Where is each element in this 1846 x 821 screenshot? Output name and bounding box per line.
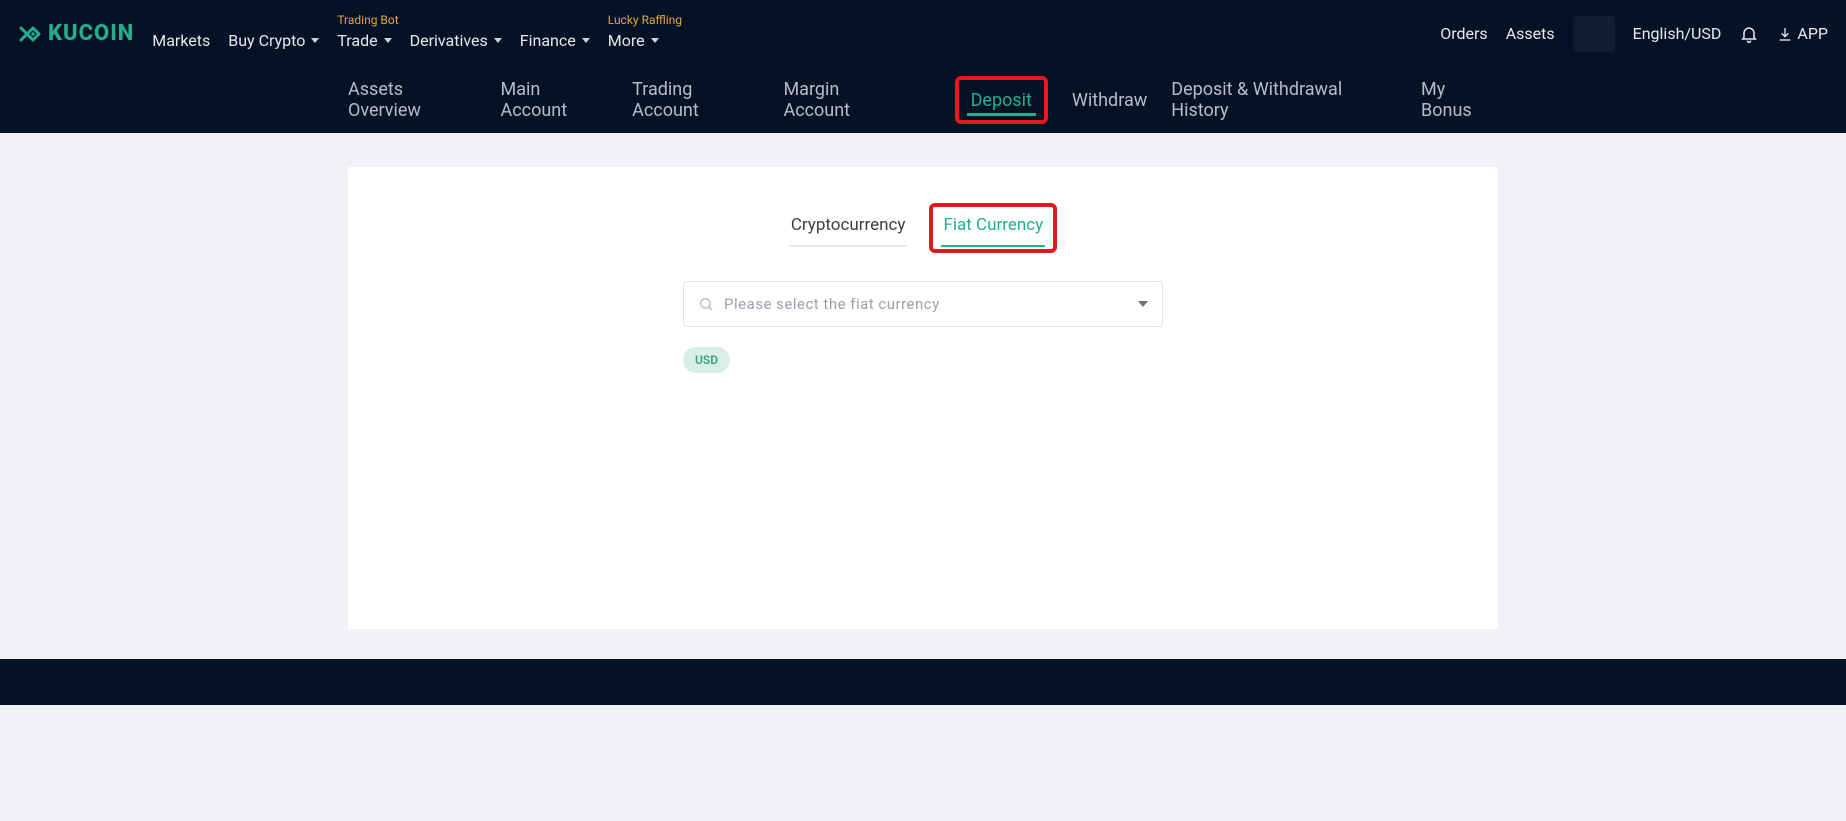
- subnav-assets-overview[interactable]: Assets Overview: [348, 67, 477, 133]
- chevron-down-icon: [311, 38, 319, 43]
- nav-badge: Lucky Raffling: [608, 13, 682, 27]
- tab-fiat-currency[interactable]: Fiat Currency: [941, 209, 1045, 247]
- footer: [0, 659, 1846, 705]
- app-label: APP: [1797, 24, 1828, 43]
- assets-subnav: Assets Overview Main Account Trading Acc…: [0, 67, 1846, 133]
- notifications[interactable]: [1739, 24, 1759, 44]
- nav-label: Markets: [152, 31, 210, 50]
- nav-markets[interactable]: Markets: [152, 17, 210, 50]
- top-nav: KUCOIN Markets Buy Crypto Trading Bot Tr…: [0, 0, 1846, 67]
- kucoin-logo-icon: [18, 22, 42, 46]
- chevron-down-icon: [384, 38, 392, 43]
- subnav-trading-account[interactable]: Trading Account: [632, 67, 759, 133]
- deposit-tabs: Cryptocurrency Fiat Currency: [388, 203, 1458, 253]
- nav-badge: Trading Bot: [337, 13, 398, 27]
- locale-switcher[interactable]: English/USD: [1633, 24, 1722, 43]
- search-icon: [698, 296, 714, 312]
- bell-icon: [1739, 24, 1759, 44]
- primary-nav: Markets Buy Crypto Trading Bot Trade Der…: [152, 17, 658, 50]
- page-body: Cryptocurrency Fiat Currency Please sele…: [0, 133, 1846, 659]
- brand-logo[interactable]: KUCOIN: [18, 21, 134, 46]
- nav-label: Assets: [1506, 24, 1555, 43]
- annotation-highlight: Deposit: [955, 76, 1048, 124]
- nav-more[interactable]: Lucky Raffling More: [608, 17, 659, 50]
- subnav-deposit[interactable]: Deposit: [971, 84, 1032, 116]
- nav-label: Orders: [1440, 24, 1487, 43]
- subnav-history[interactable]: Deposit & Withdrawal History: [1171, 67, 1397, 133]
- select-placeholder: Please select the fiat currency: [724, 295, 940, 313]
- chevron-down-icon: [582, 38, 590, 43]
- nav-derivatives[interactable]: Derivatives: [410, 17, 502, 50]
- nav-label: More: [608, 31, 645, 50]
- chevron-down-icon: [651, 38, 659, 43]
- nav-orders[interactable]: Orders: [1440, 24, 1487, 43]
- subnav-margin-account[interactable]: Margin Account: [783, 67, 906, 133]
- nav-finance[interactable]: Finance: [520, 17, 590, 50]
- deposit-card: Cryptocurrency Fiat Currency Please sele…: [348, 167, 1498, 629]
- nav-label: Derivatives: [410, 31, 488, 50]
- tab-cryptocurrency[interactable]: Cryptocurrency: [789, 209, 908, 247]
- brand-name: KUCOIN: [48, 21, 134, 46]
- locale-label: English/USD: [1633, 24, 1722, 43]
- avatar[interactable]: [1573, 16, 1615, 52]
- nav-label: Trade: [337, 31, 377, 50]
- subnav-main-account[interactable]: Main Account: [501, 67, 609, 133]
- quick-chips: USD: [683, 347, 1163, 373]
- subnav-withdraw[interactable]: Withdraw: [1072, 67, 1147, 133]
- nav-label: Finance: [520, 31, 576, 50]
- nav-buy-crypto[interactable]: Buy Crypto: [228, 17, 319, 50]
- chevron-down-icon: [1138, 301, 1148, 307]
- subnav-my-bonus[interactable]: My Bonus: [1421, 67, 1498, 133]
- chevron-down-icon: [494, 38, 502, 43]
- nav-assets[interactable]: Assets: [1506, 24, 1555, 43]
- nav-trade[interactable]: Trading Bot Trade: [337, 17, 391, 50]
- download-app[interactable]: APP: [1777, 24, 1828, 43]
- chip-usd[interactable]: USD: [683, 347, 730, 373]
- annotation-highlight: Fiat Currency: [929, 203, 1057, 253]
- secondary-nav: Orders Assets English/USD APP: [1440, 16, 1828, 52]
- fiat-currency-select[interactable]: Please select the fiat currency: [683, 281, 1163, 327]
- nav-label: Buy Crypto: [228, 31, 305, 50]
- download-icon: [1777, 26, 1793, 42]
